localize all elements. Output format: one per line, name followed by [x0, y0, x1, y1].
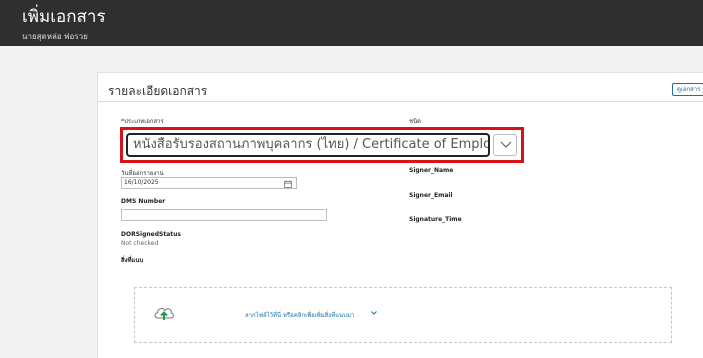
kind-label: ชนิด — [409, 118, 422, 125]
view-document-button[interactable]: ดูเอกสาร — [672, 83, 703, 96]
app-header: เพิ่มเอกสาร นายสุดหล่อ พ่อรวย — [0, 0, 703, 46]
report-date-value: 16/10/2025 — [124, 179, 159, 186]
document-details-card: รายละเอียดเอกสาร ดูเอกสาร *ประเภทเอกสาร … — [97, 72, 703, 358]
report-date-field[interactable]: 16/10/2025 — [121, 177, 297, 189]
attachment-label: สิ่งที่แนบ — [121, 257, 144, 264]
cloud-upload-icon[interactable] — [153, 304, 175, 322]
page-title: เพิ่มเอกสาร — [22, 7, 106, 27]
attachment-dropzone[interactable]: ลากไฟล์ไว้ที่นี่ หรือคลิกเพื่อเพิ่มสิ่งท… — [134, 287, 672, 343]
signature-time-label: Signature_Time — [409, 216, 462, 223]
section-title: รายละเอียดเอกสาร — [108, 84, 208, 98]
dor-signed-status-label: DORSignedStatus — [121, 231, 181, 238]
chevron-down-icon — [500, 141, 512, 148]
doc-type-select[interactable]: หนังสือรับรองสถานภาพบุคลากร (ไทย) / Cert… — [126, 133, 490, 157]
calendar-icon[interactable] — [284, 180, 292, 188]
signer-email-label: Signer_Email — [409, 192, 453, 199]
chevron-down-icon[interactable] — [371, 311, 377, 315]
divider — [98, 101, 703, 102]
dms-number-label: DMS Number — [121, 198, 166, 205]
dor-signed-status-value: Not checked — [121, 240, 159, 247]
dms-number-input[interactable] — [121, 209, 327, 221]
doc-type-dropdown-button[interactable] — [493, 134, 517, 156]
doc-type-highlight: หนังสือรับรองสถานภาพบุคลากร (ไทย) / Cert… — [120, 127, 524, 163]
page-subtitle: นายสุดหล่อ พ่อรวย — [22, 32, 88, 41]
dropzone-text[interactable]: ลากไฟล์ไว้ที่นี่ หรือคลิกเพื่อเพิ่มสิ่งท… — [245, 310, 354, 320]
doc-type-label: *ประเภทเอกสาร — [121, 118, 164, 125]
signer-name-label: Signer_Name — [409, 167, 454, 174]
